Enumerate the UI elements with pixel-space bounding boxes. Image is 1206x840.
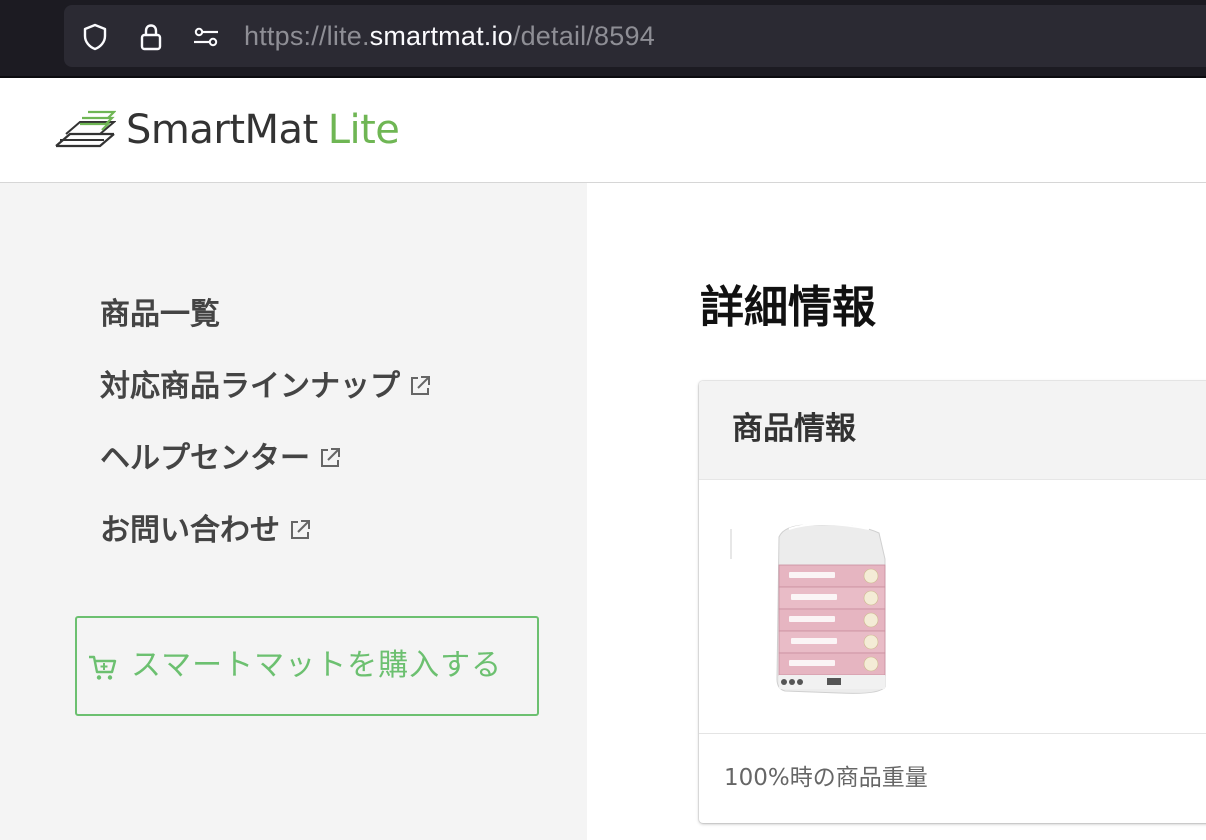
shield-icon[interactable] — [81, 23, 109, 51]
hand-towel-pack-image — [729, 519, 899, 709]
cart-icon — [87, 652, 117, 682]
url-prefix: https://lite. — [244, 21, 370, 51]
external-link-icon — [408, 374, 432, 398]
url-host: smartmat.io — [369, 21, 513, 51]
site-permissions-icon[interactable] — [192, 23, 220, 51]
sidebar-item-label: 対応商品ラインナップ — [100, 369, 400, 404]
external-link-icon — [318, 446, 342, 470]
sidebar-item-label: ヘルプセンター — [100, 441, 310, 476]
sidebar: 商品一覧 対応商品ラインナップ ヘルプセンター お問い合わせ スマートマットを購… — [0, 183, 587, 840]
url-bar[interactable]: https://lite.smartmat.io/detail/8594 — [64, 5, 1206, 67]
sidebar-item-label: 商品一覧 — [100, 297, 220, 332]
sidebar-item-label: お問い合わせ — [100, 513, 280, 548]
logo-name: SmartMat — [126, 107, 318, 153]
card-title: 商品情報 — [732, 411, 856, 447]
product-weight-label: 100%時の商品重量 — [724, 765, 928, 791]
buy-smartmat-button[interactable]: スマートマットを購入する — [75, 616, 539, 716]
app-header: SmartMat Lite — [0, 78, 1206, 183]
lock-icon[interactable] — [137, 23, 165, 51]
card-divider — [699, 733, 1206, 734]
sidebar-item-product-list[interactable]: 商品一覧 — [100, 295, 220, 335]
card-header: 商品情報 — [699, 381, 1206, 480]
sidebar-item-supported-products[interactable]: 対応商品ラインナップ — [100, 367, 432, 407]
buy-button-label: スマートマットを購入する — [131, 648, 503, 683]
sidebar-item-contact[interactable]: お問い合わせ — [100, 511, 312, 551]
logo-suffix: Lite — [327, 107, 400, 153]
sidebar-item-help-center[interactable]: ヘルプセンター — [100, 439, 342, 479]
logo-mat-icon — [55, 110, 116, 148]
url-path: /detail/8594 — [512, 21, 655, 51]
logo-text: SmartMat Lite — [126, 107, 400, 153]
browser-toolbar: https://lite.smartmat.io/detail/8594 — [0, 0, 1206, 78]
page-title: 詳細情報 — [700, 282, 876, 333]
product-info-card: 商品情報 100%時の商品重量 — [699, 381, 1206, 823]
external-link-icon — [288, 518, 312, 542]
url-text[interactable]: https://lite.smartmat.io/detail/8594 — [244, 19, 655, 53]
